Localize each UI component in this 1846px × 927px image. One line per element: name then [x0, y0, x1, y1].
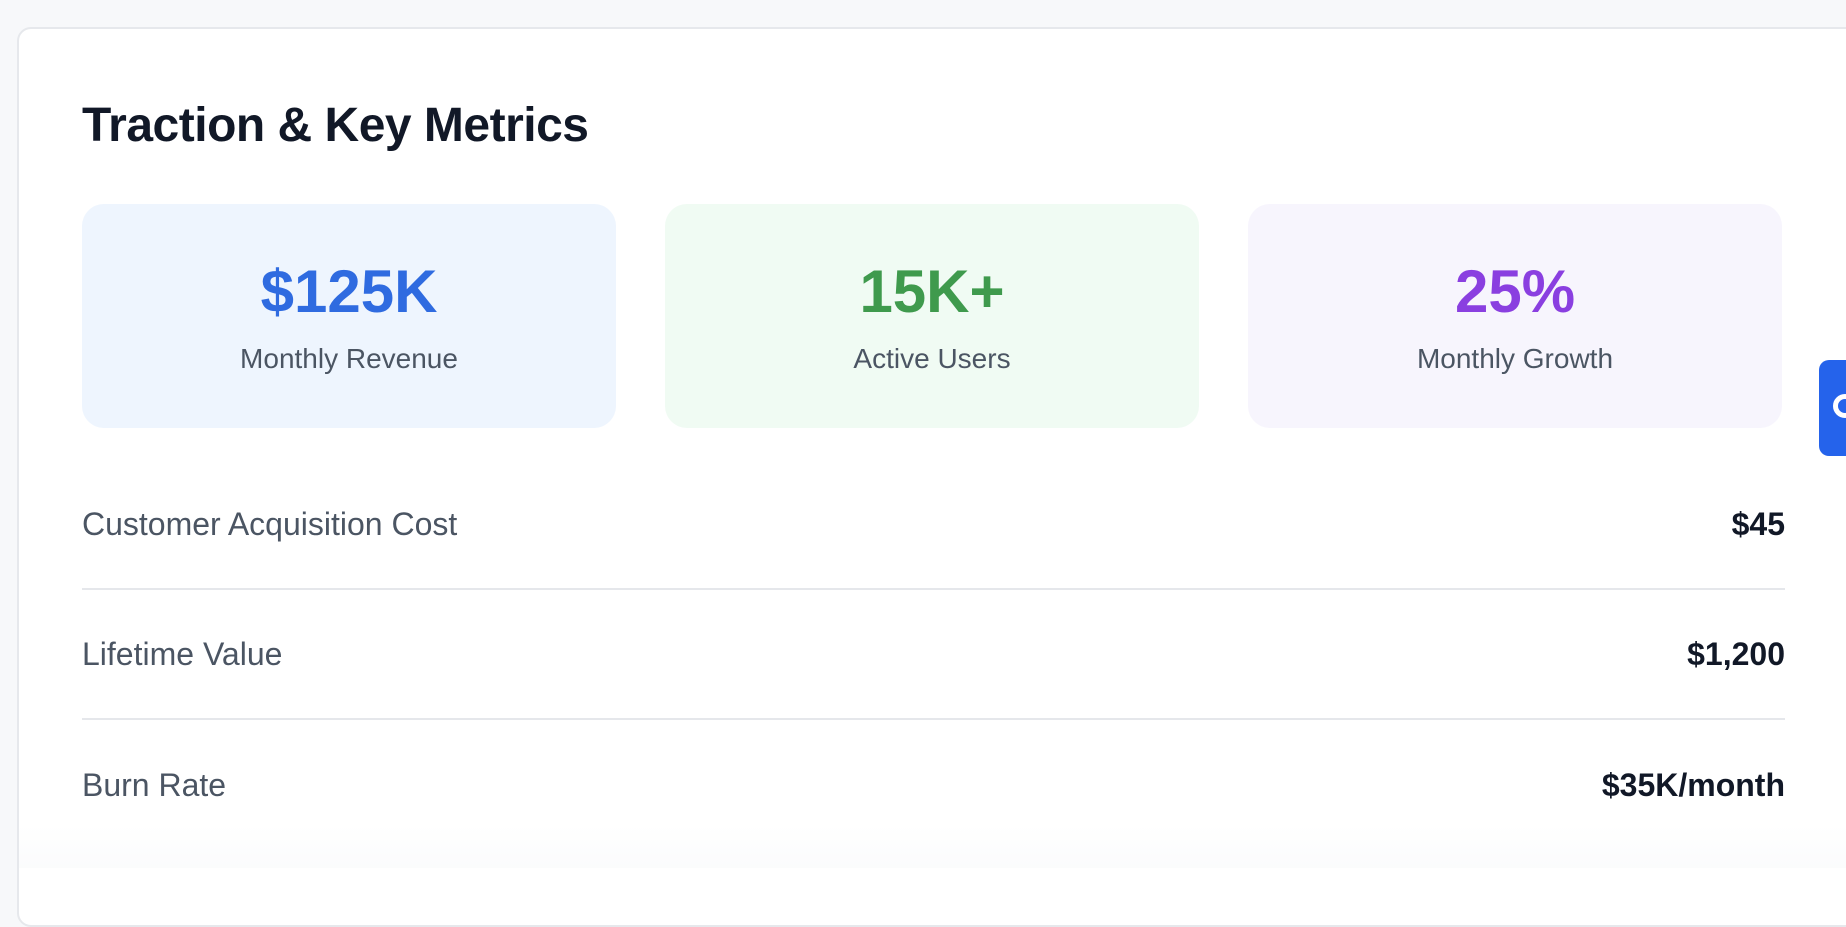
metric-label-revenue: Monthly Revenue: [240, 343, 458, 374]
metric-value-users: 15K+: [859, 258, 1005, 325]
metric-value-revenue: $125K: [260, 258, 438, 325]
detail-row-ltv: Lifetime Value $1,200: [82, 590, 1785, 720]
section-title: Traction & Key Metrics: [82, 99, 589, 152]
bottom-fade-overlay: [19, 825, 1846, 868]
metric-value-growth: 25%: [1454, 258, 1576, 325]
side-chat-tab[interactable]: [1819, 360, 1846, 456]
detail-value-cac: $45: [1731, 505, 1785, 542]
metric-card-users: 15K+ Active Users: [665, 204, 1199, 428]
chat-icon: [1833, 394, 1846, 418]
detail-label-ltv: Lifetime Value: [82, 635, 283, 672]
metric-card-growth: 25% Monthly Growth: [1248, 204, 1782, 428]
detail-label-cac: Customer Acquisition Cost: [82, 505, 458, 542]
detail-row-cac: Customer Acquisition Cost $45: [82, 460, 1785, 590]
metric-label-users: Active Users: [853, 343, 1011, 374]
metric-label-growth: Monthly Growth: [1416, 343, 1614, 374]
detail-value-ltv: $1,200: [1687, 635, 1785, 672]
metric-card-revenue: $125K Monthly Revenue: [82, 204, 616, 428]
